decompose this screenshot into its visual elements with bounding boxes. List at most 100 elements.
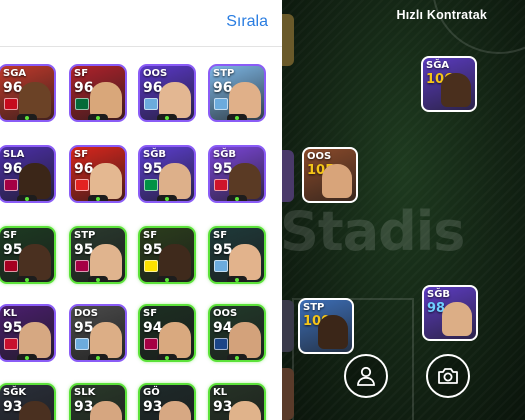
player-card[interactable]: SF 95 [138, 226, 196, 284]
card-tab [88, 195, 108, 201]
player-card[interactable]: STP 96 [208, 64, 266, 122]
player-card[interactable]: SLA 96 [0, 145, 56, 203]
player-portrait [90, 401, 122, 420]
player-position: SF [74, 149, 89, 160]
pitch-player-card[interactable]: OOS 105 [302, 147, 358, 203]
player-portrait [159, 322, 191, 358]
player-card[interactable]: STP 95 [69, 226, 127, 284]
player-card[interactable]: SLK 93 [69, 383, 127, 420]
player-card[interactable]: GÖ 93 [138, 383, 196, 420]
player-position: KL [3, 308, 18, 319]
club-badge-icon [75, 338, 89, 350]
club-badge-icon [4, 338, 18, 350]
player-portrait [159, 163, 191, 199]
player-card[interactable]: SĞB 95 [138, 145, 196, 203]
player-portrait [159, 244, 191, 280]
hidden-card-edge [282, 14, 294, 66]
player-card[interactable]: SĞK 93 [0, 383, 56, 420]
player-portrait [90, 322, 122, 358]
club-badge-icon [144, 338, 158, 350]
card-tab [17, 276, 37, 282]
club-badge-icon [144, 260, 158, 272]
card-tab [88, 114, 108, 120]
player-position: SLA [3, 149, 25, 160]
player-portrait [442, 302, 472, 336]
player-position: SĞB [143, 149, 167, 160]
card-tab [227, 114, 247, 120]
card-tab [157, 276, 177, 282]
sort-button[interactable]: Sırala [226, 13, 268, 31]
card-tab [17, 354, 37, 360]
player-card[interactable]: KL 95 [0, 304, 56, 362]
player-portrait [90, 82, 122, 118]
card-tab [88, 354, 108, 360]
player-position: SF [74, 68, 89, 79]
player-card[interactable]: SF 95 [208, 226, 266, 284]
pitch-player-card[interactable]: STP 100 [298, 298, 354, 354]
player-position: SF [213, 230, 228, 241]
hidden-card-edge [282, 150, 294, 202]
player-portrait [19, 163, 51, 199]
player-portrait [19, 401, 51, 420]
club-badge-icon [214, 260, 228, 272]
card-tab [17, 114, 37, 120]
hidden-card-edge [282, 300, 294, 352]
card-tab [88, 276, 108, 282]
player-card[interactable]: SĞB 95 [208, 145, 266, 203]
player-list-panel: Sırala SGA 96 SF 96 OOS 96 STP 96 SLA 96… [0, 0, 282, 420]
player-card[interactable]: OOS 96 [138, 64, 196, 122]
player-portrait [90, 163, 122, 199]
player-position: SĞA [426, 60, 450, 71]
player-position: STP [213, 68, 235, 79]
watermark: Stadis [282, 200, 465, 263]
player-portrait [441, 73, 471, 107]
club-badge-icon [144, 98, 158, 110]
player-card[interactable]: SF 95 [0, 226, 56, 284]
player-position: SGA [3, 68, 27, 79]
player-card[interactable]: SF 94 [138, 304, 196, 362]
player-portrait [90, 244, 122, 280]
player-card[interactable]: OOS 94 [208, 304, 266, 362]
player-position: SF [3, 230, 18, 241]
player-position: SLK [74, 387, 96, 398]
card-tab [157, 114, 177, 120]
player-portrait [229, 401, 261, 420]
player-position: DOS [74, 308, 99, 319]
screenshot-button[interactable] [426, 354, 470, 398]
nation-flag-icon [75, 98, 89, 110]
nation-flag-icon [4, 98, 18, 110]
player-position: GÖ [143, 387, 160, 398]
tactic-title: Hızlı Kontratak [396, 8, 487, 22]
player-portrait [318, 315, 348, 349]
camera-icon [438, 368, 458, 384]
player-position: SĞB [427, 289, 451, 300]
pitch-player-card[interactable]: SĞA 106 [421, 56, 477, 112]
nation-flag-icon [214, 179, 228, 191]
player-portrait [322, 164, 352, 198]
player-card[interactable]: SF 96 [69, 64, 127, 122]
player-portrait [229, 163, 261, 199]
player-position: OOS [213, 308, 238, 319]
player-card[interactable]: SF 96 [69, 145, 127, 203]
club-badge-icon [4, 260, 18, 272]
player-portrait [19, 82, 51, 118]
player-portrait [19, 244, 51, 280]
profile-button[interactable] [344, 354, 388, 398]
player-portrait [229, 244, 261, 280]
player-portrait [159, 82, 191, 118]
club-badge-icon [4, 179, 18, 191]
player-position: SF [143, 308, 158, 319]
card-tab [227, 354, 247, 360]
club-badge-icon [75, 260, 89, 272]
card-tab [157, 195, 177, 201]
player-card[interactable]: SGA 96 [0, 64, 56, 122]
hidden-card-edge [282, 368, 294, 420]
player-card[interactable]: DOS 95 [69, 304, 127, 362]
pitch-player-card[interactable]: SĞB 98 [422, 285, 478, 341]
player-card[interactable]: KL 93 [208, 383, 266, 420]
card-tab [227, 195, 247, 201]
player-portrait [229, 322, 261, 358]
formation-pitch: Stadis Hızlı Kontratak SĞA 106 OOS 105 S… [282, 0, 525, 420]
card-tab [227, 276, 247, 282]
player-position: STP [74, 230, 96, 241]
